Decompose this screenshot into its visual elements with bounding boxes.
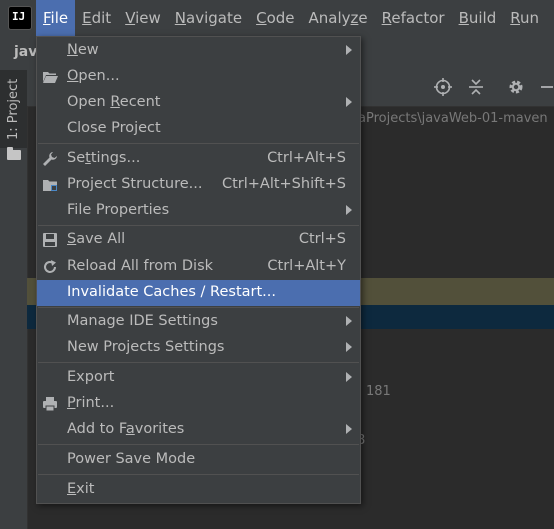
menu-item-label: Reload All from Disk [67,258,214,274]
menu-item-label: Manage IDE Settings [67,313,218,329]
menu-separator [38,143,359,144]
menu-refactor[interactable]: Refactor [375,0,452,36]
menu-item-project-structure[interactable]: Project Structure... Ctrl+Alt+Shift+S [37,172,360,198]
menu-item-save-all[interactable]: Save All Ctrl+S [37,227,360,253]
submenu-arrow-icon [346,372,352,382]
menu-item-label: Export [67,369,115,385]
menu-item-label: Close Project [67,120,161,136]
collapse-all-icon[interactable] [467,78,485,100]
printer-icon [42,396,58,412]
menu-navigate[interactable]: Navigate [168,0,249,36]
menu-item-reload-all[interactable]: Reload All from Disk Ctrl+Alt+Y [37,254,360,280]
menu-item-new[interactable]: New [37,38,360,64]
refresh-icon [42,259,58,275]
menu-item-label: Add to Favorites [67,421,185,437]
menu-build[interactable]: Build [452,0,504,36]
menu-view[interactable]: View [118,0,168,36]
project-structure-icon [42,177,58,193]
jdk-version-text: 181 [366,384,391,399]
menu-item-label: Exit [67,481,95,497]
menu-item-settings[interactable]: Settings... Ctrl+Alt+S [37,146,360,172]
main-menubar: IJ File Edit View Navigate Code Analyze … [0,0,554,36]
menu-item-label: File Properties [67,202,170,218]
menu-item-add-to-favorites[interactable]: Add to Favorites [37,417,360,443]
menu-item-open-recent[interactable]: Open Recent [37,90,360,116]
menu-separator [38,225,359,226]
menu-item-label: Settings... [67,150,141,166]
save-icon [42,232,58,248]
menu-separator [38,474,359,475]
menu-separator [38,444,359,445]
menu-item-label: Open Recent [67,94,161,110]
gear-icon[interactable] [507,78,525,100]
menu-item-close-project[interactable]: Close Project [37,116,360,142]
menu-item-label: New Projects Settings [67,339,225,355]
menu-item-invalidate-caches[interactable]: Invalidate Caches / Restart... [37,280,360,306]
submenu-arrow-icon [346,45,352,55]
menu-item-print[interactable]: Print... [37,391,360,417]
shortcut-label: Ctrl+Alt+Shift+S [221,176,346,192]
submenu-arrow-icon [346,424,352,434]
hide-icon[interactable] [539,78,553,100]
menu-item-label: Save All [67,231,126,247]
intellij-logo-icon[interactable]: IJ [8,6,32,30]
shortcut-label: Ctrl+S [298,231,346,247]
submenu-arrow-icon [346,316,352,326]
menu-item-manage-ide-settings[interactable]: Manage IDE Settings [37,309,360,335]
menu-item-exit[interactable]: Exit [37,477,360,503]
menu-item-export[interactable]: Export [37,365,360,391]
menu-item-power-save-mode[interactable]: Power Save Mode [37,447,360,473]
shortcut-label: Ctrl+Alt+S [267,150,346,166]
open-folder-icon [42,69,58,85]
menu-code[interactable]: Code [249,0,301,36]
folder-icon [7,147,21,160]
menu-item-label: Power Save Mode [67,451,196,467]
file-menu-dropdown: New Open... Open Recent Close Project Se… [36,36,361,504]
menu-item-open[interactable]: Open... [37,64,360,90]
menu-analyze[interactable]: Analyze [302,0,375,36]
submenu-arrow-icon [346,205,352,215]
menu-item-label: Print... [67,395,115,411]
menu-item-label: New [67,42,99,58]
menu-run[interactable]: Run [503,0,546,36]
menu-separator [38,307,359,308]
menu-edit[interactable]: Edit [75,0,118,36]
menu-item-file-properties[interactable]: File Properties [37,198,360,224]
project-path-text: aProjects\javaWeb-01-maven [358,111,548,126]
submenu-arrow-icon [346,97,352,107]
menu-item-new-projects-settings[interactable]: New Projects Settings [37,335,360,361]
locate-icon[interactable] [434,78,452,100]
submenu-arrow-icon [346,342,352,352]
menu-separator [38,362,359,363]
menu-item-label: Project Structure... [67,176,203,192]
menu-item-label: Invalidate Caches / Restart... [67,284,276,300]
menu-file[interactable]: File [36,0,76,36]
menu-item-label: Open... [67,68,120,84]
wrench-icon [42,151,58,167]
project-tab-label[interactable]: 1: Project [6,79,21,140]
shortcut-label: Ctrl+Alt+Y [267,258,346,274]
